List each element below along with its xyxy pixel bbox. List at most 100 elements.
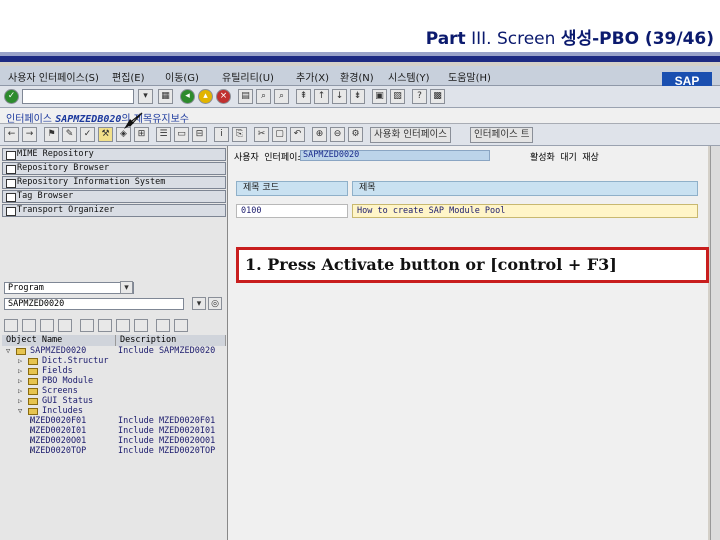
paste-icon[interactable]: ▢	[272, 127, 287, 142]
nav-button-repository-browser[interactable]: Repository Browser	[2, 162, 226, 175]
menu-item-edit[interactable]: 편집(E)	[112, 69, 145, 84]
tree-row[interactable]: ▷ MZED0020I01 Include MZED0020I01	[0, 426, 228, 436]
tree-row[interactable]: ▷ MZED0020F01 Include MZED0020F01	[0, 416, 228, 426]
tree-node-name[interactable]: Screens	[42, 386, 78, 396]
column-header-description[interactable]: Description	[116, 335, 226, 346]
tree-row[interactable]: ▷ Fields	[0, 366, 228, 376]
nav-toolbar-icon[interactable]	[40, 319, 54, 332]
last-page-icon[interactable]: ⇟	[350, 89, 365, 104]
delete-icon[interactable]: ⊖	[330, 127, 345, 142]
cut-icon[interactable]: ✂	[254, 127, 269, 142]
shortcut-icon[interactable]: ▧	[390, 89, 405, 104]
copy-icon[interactable]: ⎘	[232, 127, 247, 142]
tree-row[interactable]: ▽ SAPMZED0020 Include SAPMZED0020	[0, 346, 228, 356]
tree-node-name[interactable]: PBO Module	[42, 376, 93, 386]
menu-item-help[interactable]: 도움말(H)	[448, 69, 491, 84]
object-type-select[interactable]: Program	[4, 282, 134, 294]
find-icon[interactable]: ⌕	[256, 89, 271, 104]
vertical-scrollbar[interactable]	[710, 146, 720, 540]
layout-icon[interactable]: ▩	[430, 89, 445, 104]
print-icon[interactable]: ▤	[238, 89, 253, 104]
new-session-icon[interactable]: ▣	[372, 89, 387, 104]
forward-arrow-icon[interactable]: →	[22, 127, 37, 142]
save-icon[interactable]: ▦	[158, 89, 173, 104]
tree-row[interactable]: ▷ MZED0020O01 Include MZED0020O01	[0, 436, 228, 446]
display-glasses-icon[interactable]: ◎	[208, 297, 222, 310]
nav-button-tag-browser[interactable]: Tag Browser	[2, 190, 226, 203]
tree-row[interactable]: ▷ MZED0020TOP Include MZED0020TOP	[0, 446, 228, 456]
tree-expand-icon[interactable]: ▷	[18, 366, 22, 376]
object-type-dropdown-icon[interactable]: ▾	[120, 281, 133, 294]
prev-page-icon[interactable]: ↑	[314, 89, 329, 104]
nav-toolbar-icon[interactable]	[22, 319, 36, 332]
exit-icon[interactable]: ▴	[198, 89, 213, 104]
enter-icon[interactable]: ✓	[4, 89, 19, 104]
display-change-icon[interactable]: ✎	[62, 127, 77, 142]
next-page-icon[interactable]: ↓	[332, 89, 347, 104]
menu-item-system[interactable]: 시스템(Y)	[388, 69, 430, 84]
back-icon[interactable]: ◂	[180, 89, 195, 104]
tree-node-name[interactable]: MZED0020I01	[30, 426, 86, 436]
nav-toolbar-icon[interactable]	[98, 319, 112, 332]
tree-collapse-icon[interactable]: ▽	[6, 346, 10, 356]
menu-item-goto[interactable]: 이동(G)	[165, 69, 199, 84]
hierarchy-icon[interactable]: ⊟	[192, 127, 207, 142]
tree-node-name[interactable]: MZED0020O01	[30, 436, 86, 446]
tree-node-name[interactable]: GUI Status	[42, 396, 93, 406]
tree-expand-icon[interactable]: ▷	[18, 396, 22, 406]
nav-button-transport-organizer[interactable]: Transport Organizer	[2, 204, 226, 217]
interface-objects-button[interactable]: 인터페이스 트	[470, 127, 534, 143]
nav-toolbar-icon[interactable]	[4, 319, 18, 332]
grid-cell-code[interactable]: 0100	[236, 204, 348, 218]
tree-row[interactable]: ▷ Screens	[0, 386, 228, 396]
nav-toolbar-icon[interactable]	[174, 319, 188, 332]
tree-collapse-icon[interactable]: ▽	[18, 406, 22, 416]
nav-button-repository-info[interactable]: Repository Information System	[2, 176, 226, 189]
tree-expand-icon[interactable]: ▷	[18, 376, 22, 386]
menu-item-extras[interactable]: 추가(X)	[296, 69, 329, 84]
gui-interface-button[interactable]: 사용화 인터페이스	[370, 127, 451, 143]
nav-button-mime[interactable]: MIME Repository	[2, 148, 226, 161]
menu-item-interface[interactable]: 사용자 인터페이스(S)	[8, 69, 99, 84]
tree-node-name[interactable]: Fields	[42, 366, 73, 376]
tree-expand-icon[interactable]: ▷	[18, 386, 22, 396]
activate-icon[interactable]: ⚒	[98, 127, 113, 142]
tree-node-name[interactable]: MZED0020F01	[30, 416, 86, 426]
object-list-icon[interactable]: ☰	[156, 127, 171, 142]
object-name-dropdown-icon[interactable]: ▾	[192, 297, 206, 310]
tree-row[interactable]: ▽ Includes	[0, 406, 228, 416]
tree-row[interactable]: ▷ Dict.Structur	[0, 356, 228, 366]
tree-node-name[interactable]: MZED0020TOP	[30, 446, 86, 456]
first-page-icon[interactable]: ⇞	[296, 89, 311, 104]
pointer-arrow-icon	[124, 112, 143, 129]
nav-toolbar-icon[interactable]	[80, 319, 94, 332]
other-object-icon[interactable]: ⚑	[44, 127, 59, 142]
navigation-window-icon[interactable]: ▭	[174, 127, 189, 142]
tree-node-name[interactable]: Dict.Structur	[42, 356, 109, 366]
tree-node-name[interactable]: Includes	[42, 406, 83, 416]
undo-icon[interactable]: ↶	[290, 127, 305, 142]
nav-toolbar-icon[interactable]	[156, 319, 170, 332]
find-next-icon[interactable]: ⌕	[274, 89, 289, 104]
back-arrow-icon[interactable]: ←	[4, 127, 19, 142]
help-icon[interactable]: ?	[412, 89, 427, 104]
command-dropdown-icon[interactable]: ▾	[138, 89, 153, 104]
menu-item-utilities[interactable]: 유틸리티(U)	[222, 69, 274, 84]
tree-node-name[interactable]: SAPMZED0020	[30, 346, 86, 356]
command-field[interactable]	[22, 89, 134, 104]
nav-toolbar-icon[interactable]	[134, 319, 148, 332]
cancel-icon[interactable]: ×	[216, 89, 231, 104]
tree-expand-icon[interactable]: ▷	[18, 356, 22, 366]
grid-cell-title[interactable]: How to create SAP Module Pool	[352, 204, 698, 218]
insert-icon[interactable]: ⊕	[312, 127, 327, 142]
nav-toolbar-icon[interactable]	[58, 319, 72, 332]
check-icon[interactable]: ✓	[80, 127, 95, 142]
column-header-object-name[interactable]: Object Name	[2, 335, 116, 346]
nav-toolbar-icon[interactable]	[116, 319, 130, 332]
tree-row[interactable]: ▷ GUI Status	[0, 396, 228, 406]
info-icon[interactable]: i	[214, 127, 229, 142]
menu-item-environment[interactable]: 환경(N)	[340, 69, 374, 84]
object-name-input[interactable]: SAPMZED0020	[4, 298, 184, 310]
settings-icon[interactable]: ⚙	[348, 127, 363, 142]
tree-row[interactable]: ▷ PBO Module	[0, 376, 228, 386]
